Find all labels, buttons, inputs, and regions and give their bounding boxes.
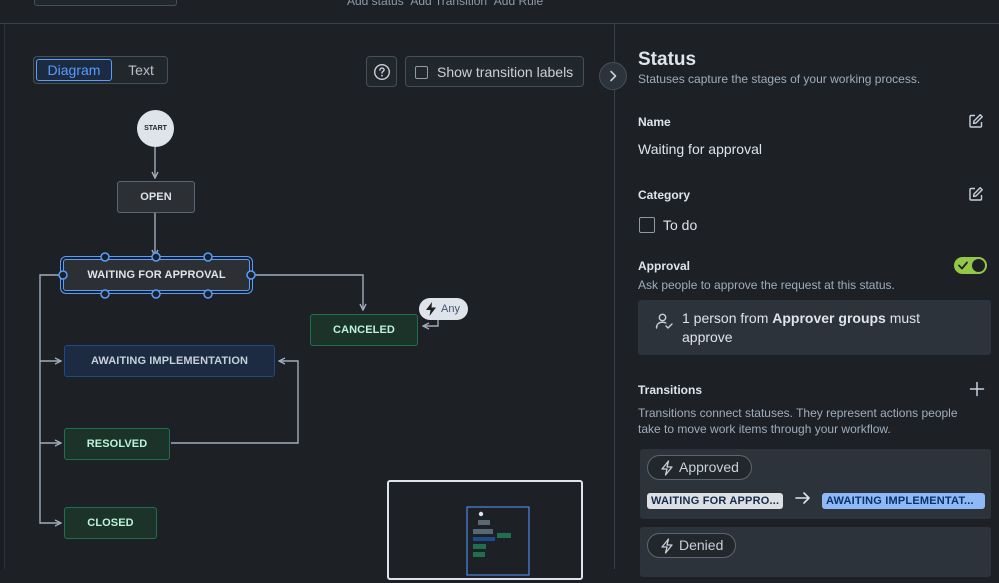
global-transition-any[interactable]: Any [419, 298, 468, 320]
transition-card-approved[interactable]: Approved WAITING FOR APPRO... AWAITING I… [640, 449, 991, 519]
any-label: Any [441, 303, 460, 315]
workflow-canvas[interactable]: Diagram Text Show transition labels STAR… [5, 24, 614, 580]
toggle-knob [972, 259, 985, 272]
chevron-right-icon [610, 70, 617, 82]
add-transition-link[interactable]: Add Transition [410, 0, 487, 8]
transition-name: Denied [679, 537, 724, 553]
add-transition-icon[interactable] [969, 381, 985, 397]
minimap-preview [466, 506, 530, 576]
name-label: Name [638, 115, 671, 129]
top-toolbar: Add status Add Transition Add Rule [0, 0, 999, 24]
approval-rule-prefix: 1 person from [682, 310, 773, 326]
transitions-description: Transitions connect statuses. They repre… [638, 406, 958, 436]
add-status-link[interactable]: Add status [347, 0, 404, 8]
approver-groups-text: Approver groups [772, 310, 886, 326]
category-value-label: To do [663, 217, 698, 233]
approval-label: Approval [638, 259, 691, 273]
workflow-name-field[interactable] [34, 0, 177, 6]
edit-category-icon[interactable] [968, 186, 984, 202]
arrow-right-icon [795, 492, 810, 504]
minimap[interactable] [387, 480, 583, 580]
transition-card-denied[interactable]: Denied [640, 527, 991, 577]
panel-title: Status [638, 49, 697, 70]
approval-toggle[interactable] [954, 257, 987, 274]
status-name-value: Waiting for approval [638, 141, 762, 157]
from-status-lozenge: WAITING FOR APPRO... [647, 493, 783, 509]
status-details-panel: Status Statuses capture the stages of yo… [614, 24, 999, 577]
check-icon [958, 261, 968, 270]
user-check-icon [655, 313, 673, 329]
panel-subtitle: Statuses capture the stages of your work… [638, 72, 921, 86]
transition-name-pill[interactable]: Approved [647, 455, 752, 480]
lightning-icon [661, 460, 673, 476]
transitions-label: Transitions [638, 383, 703, 397]
category-label: Category [638, 188, 691, 202]
collapse-panel-button[interactable] [599, 62, 627, 90]
edit-name-icon[interactable] [968, 113, 984, 129]
approval-rule-text: 1 person from Approver groups must appro… [682, 309, 972, 347]
toolbar-actions: Add status Add Transition Add Rule [347, 0, 547, 8]
transition-name-pill[interactable]: Denied [647, 533, 737, 558]
add-rule-link[interactable]: Add Rule [494, 0, 543, 8]
approval-description: Ask people to approve the request at thi… [638, 278, 895, 292]
lightning-icon [661, 538, 673, 554]
approval-rule-card[interactable]: 1 person from Approver groups must appro… [638, 300, 991, 355]
category-checkbox [639, 217, 655, 233]
lightning-icon [426, 302, 436, 316]
transition-name: Approved [679, 459, 739, 475]
to-status-lozenge: AWAITING IMPLEMENTAT... [822, 493, 985, 509]
